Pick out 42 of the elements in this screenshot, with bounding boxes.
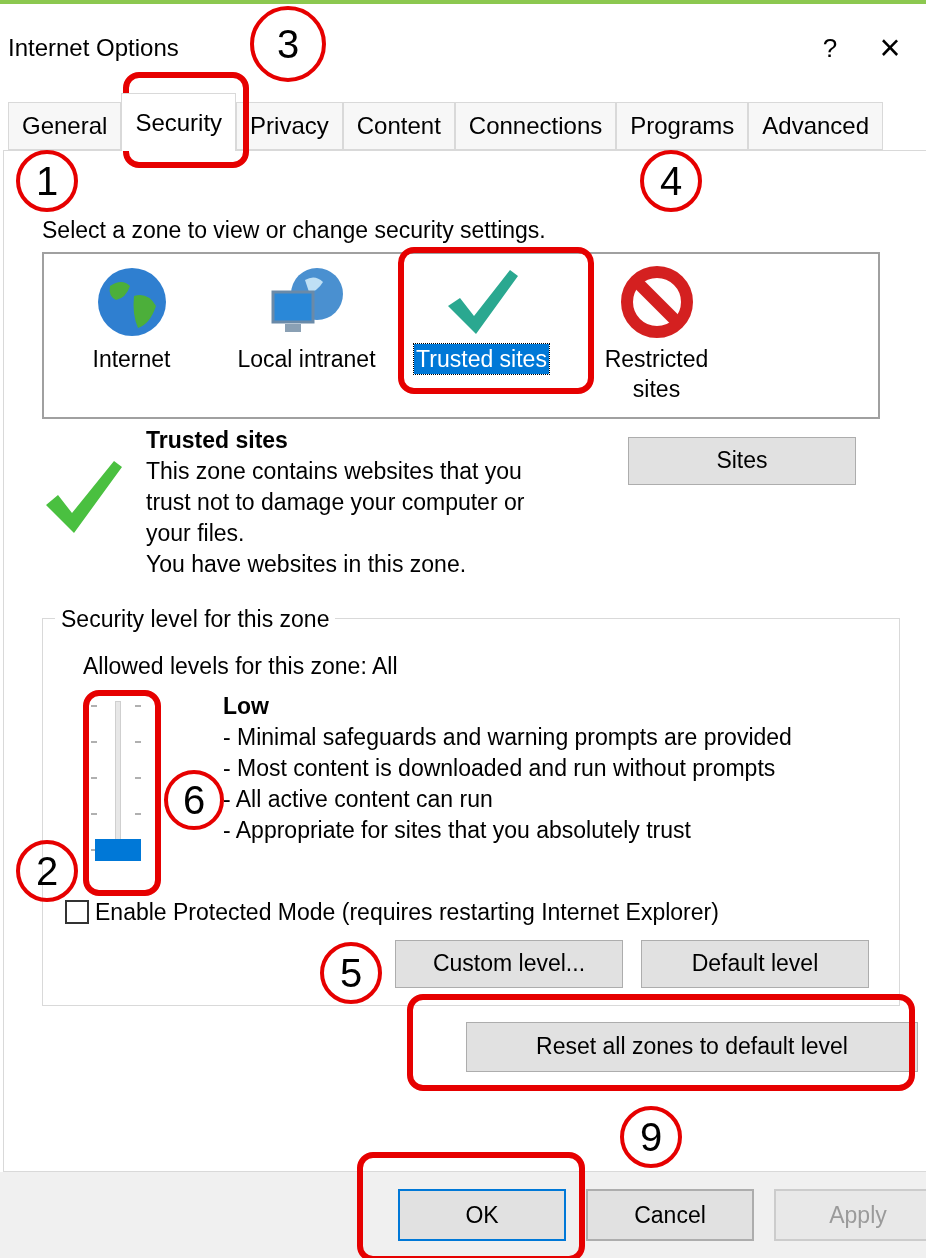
callout-number: 4 (640, 150, 702, 212)
tab[interactable]: Advanced (748, 102, 884, 150)
tab[interactable]: Security (121, 93, 237, 151)
help-button[interactable]: ? (800, 28, 860, 68)
protected-mode-checkbox[interactable] (65, 900, 89, 925)
callout-number: 5 (320, 942, 382, 1004)
dialog-button[interactable]: Cancel (586, 1189, 754, 1241)
no-entry-icon (618, 263, 695, 340)
allowed-levels: Allowed levels for this zone: All (83, 651, 399, 681)
callout-number: 9 (620, 1106, 682, 1168)
window-title: Internet Options (8, 33, 179, 63)
tab[interactable]: Privacy (236, 102, 343, 150)
reset-zones-button[interactable]: Reset all zones to default level (466, 1021, 918, 1072)
tab[interactable]: Connections (454, 102, 617, 150)
level-description: - All active content can run (223, 785, 494, 814)
zone-label[interactable]: Trusted sites (414, 343, 549, 374)
level-description: - Minimal safeguards and warning prompts are provided (223, 723, 792, 752)
level-description: - Appropriate for sites that you absolutely trust (223, 816, 692, 845)
dialog-button[interactable]: OK (398, 1189, 566, 1241)
zone-title: Trusted sites (146, 425, 289, 455)
zone-label[interactable]: Local intranet (235, 343, 378, 374)
callout-number: 6 (164, 770, 224, 830)
level-name: Low (223, 692, 270, 721)
zone-label[interactable]: Restricted sites (581, 343, 732, 404)
sites-button[interactable]: Sites (628, 436, 856, 485)
protected-mode-label: Enable Protected Mode (requires restarting Internet Explorer) (95, 898, 719, 927)
zone-note: You have websites in this zone. (146, 549, 468, 579)
zone-description: This zone contains websites that you trust not to damage your computer or your files. (146, 456, 526, 548)
close-button[interactable]: × (860, 30, 920, 66)
tab[interactable]: Content (342, 102, 455, 150)
globe-icon (95, 265, 168, 338)
tab[interactable]: General (8, 102, 122, 150)
zone-label[interactable]: Internet (90, 343, 173, 374)
callout-number: 2 (16, 840, 78, 902)
level-button[interactable]: Custom level... (395, 939, 623, 988)
slider-thumb[interactable] (95, 839, 141, 861)
callout-number: 3 (250, 6, 326, 82)
tab[interactable]: Programs (616, 102, 749, 150)
level-button[interactable]: Default level (641, 939, 869, 988)
zone-prompt: Select a zone to view or change security settings. (42, 216, 547, 245)
callout-number: 1 (16, 150, 78, 212)
level-description: - Most content is downloaded and run without prompts (223, 754, 777, 783)
